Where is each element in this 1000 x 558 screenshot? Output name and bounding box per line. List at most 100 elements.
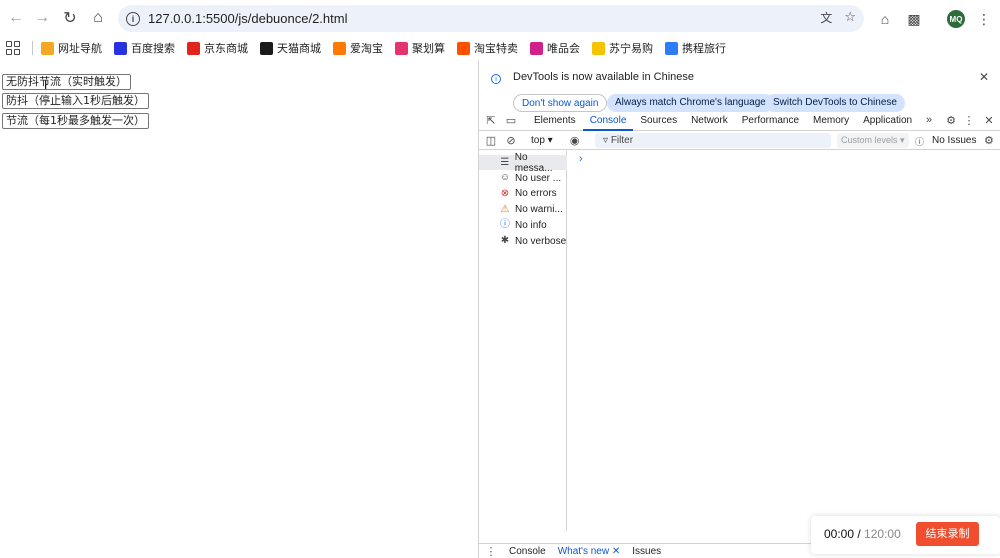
bookmark-label: 网址导航 — [58, 43, 102, 55]
tab-memory[interactable]: Memory — [806, 110, 856, 131]
sidebar-filter-item[interactable]: ✱ No verbose — [479, 234, 567, 249]
bookmark-item[interactable]: 苏宁易购 — [592, 40, 653, 56]
bookmark-item[interactable]: 京东商城 — [187, 40, 248, 56]
bookmark-item[interactable]: 百度搜索 — [114, 40, 175, 56]
sidebar-item-label: No verbose — [515, 235, 567, 247]
drawer-menu-icon[interactable]: ⋮ — [481, 545, 501, 558]
close-tab-icon[interactable]: ✕ — [612, 546, 620, 557]
bookmark-label: 百度搜索 — [131, 43, 175, 55]
tab-list: Elements Console Sources Network Performance… — [527, 110, 919, 131]
drawer-tab-whats-new[interactable]: What's new ✕ — [558, 546, 621, 557]
live-expression-eye-icon[interactable]: ◉ — [565, 134, 585, 147]
console-prompt-icon[interactable]: › — [579, 153, 583, 165]
sidebar-filter-item[interactable]: ⊗ No errors — [479, 186, 567, 201]
bookmark-label: 京东商城 — [204, 43, 248, 55]
devtools-tabs: ⇱ ▭ Elements Console Sources Network Perform… — [479, 110, 1000, 131]
reload-icon[interactable]: ↻ — [56, 4, 84, 32]
apps-icon[interactable] — [6, 41, 20, 55]
devtools-panel: i DevTools is now available in Chinese ✕… — [478, 60, 1000, 558]
site-info-icon[interactable]: i — [126, 11, 140, 26]
bookmark-item[interactable]: 爱淘宝 — [333, 40, 383, 56]
info-icon: i — [491, 74, 501, 84]
warning-icon: ⚠ — [500, 203, 510, 215]
console-settings-icon[interactable]: ⚙ — [984, 134, 994, 147]
stop-recording-button[interactable]: 结束录制 — [916, 522, 979, 546]
close-icon[interactable]: ✕ — [979, 70, 989, 84]
menu-icon[interactable]: ⋮ — [970, 5, 998, 33]
sidebar-toggle-icon[interactable]: ◫ — [481, 134, 501, 147]
bookmark-item[interactable]: 携程旅行 — [665, 40, 726, 56]
no-debounce-button[interactable]: 无防抖节流（实时触发） — [2, 74, 131, 90]
sidebar-item-label: No user ... — [515, 172, 562, 184]
tab-sources[interactable]: Sources — [633, 110, 684, 131]
bookmark-item[interactable]: 淘宝特卖 — [457, 40, 518, 56]
tab-application[interactable]: Application — [856, 110, 919, 131]
sidebar-filter-item[interactable]: ☺ No user ... — [479, 171, 567, 186]
tmall-icon — [260, 41, 273, 55]
bookmark-item[interactable]: 唯品会 — [530, 40, 580, 56]
star-icon — [41, 41, 54, 55]
bookmarks-bar: 网址导航 百度搜索 京东商城 天猫商城 爱淘宝 聚划算 淘宝特卖 唯品会 苏宁易购 携程旅行 — [0, 37, 1000, 59]
bookmark-label: 携程旅行 — [682, 43, 726, 55]
sidebar-filter-item[interactable]: ⓘ No info — [479, 218, 567, 233]
device-toggle-icon[interactable]: ▭ — [501, 114, 521, 127]
bookmark-item[interactable]: 网址导航 — [41, 40, 102, 56]
back-icon[interactable]: ← — [2, 4, 30, 32]
issues-count[interactable]: No Issues — [932, 135, 976, 146]
home-icon[interactable]: ⌂ — [84, 4, 112, 32]
console-toolbar: ◫ ⊘ top ▾ ◉ ▿ Filter Custom levels ▾ ⓘ N… — [479, 132, 1000, 150]
devtools-menu-icon[interactable]: ⋮ — [959, 114, 979, 127]
tab-elements[interactable]: Elements — [527, 110, 583, 131]
url-text: 127.0.0.1:5500/js/debuonce/2.html — [148, 11, 348, 26]
sidebar-filter-item[interactable]: ☰ No messa... — [479, 152, 567, 174]
extensions-icon[interactable]: ▩ — [900, 5, 928, 33]
info-icon: ⓘ — [500, 219, 510, 231]
inspect-icon[interactable]: ⇱ — [481, 114, 501, 127]
bookmark-label: 唯品会 — [547, 43, 580, 55]
tab-performance[interactable]: Performance — [735, 110, 806, 131]
jd-icon — [187, 41, 200, 55]
log-levels-dropdown[interactable]: Custom levels ▾ — [837, 133, 909, 148]
text-cursor-icon: I — [44, 78, 48, 92]
sidebar-filter-item[interactable]: ⚠ No warni... — [479, 202, 567, 217]
paw-icon — [114, 41, 127, 55]
bookmark-label: 苏宁易购 — [609, 43, 653, 55]
filter-input[interactable]: ▿ Filter — [595, 133, 831, 148]
forward-icon[interactable]: → — [28, 4, 56, 32]
bookmark-star-icon[interactable]: ☆ — [844, 9, 856, 26]
address-bar[interactable]: i 127.0.0.1:5500/js/debuonce/2.html 文 ☆ — [118, 5, 864, 32]
user-icon: ☺ — [499, 172, 511, 184]
bookmark-item[interactable]: 聚划算 — [395, 40, 445, 56]
tab-network[interactable]: Network — [684, 110, 735, 131]
page-content: 无防抖节流（实时触发） 防抖（停止输入1秒后触发） 节流（每1秒最多触发一次） … — [0, 60, 478, 558]
close-devtools-icon[interactable]: ✕ — [979, 114, 999, 127]
sidebar-item-label: No errors — [515, 188, 557, 200]
debounce-button[interactable]: 防抖（停止输入1秒后触发） — [2, 93, 149, 109]
browser-toolbar: ← → ↻ ⌂ i 127.0.0.1:5500/js/debuonce/2.h… — [0, 0, 1000, 37]
recording-timer: 00:00 / 120:00 — [824, 527, 901, 541]
clear-console-icon[interactable]: ⊘ — [501, 134, 521, 147]
context-selector[interactable]: top ▾ — [531, 135, 553, 146]
settings-gear-icon[interactable]: ⚙ — [941, 114, 961, 127]
bookmark-item[interactable]: 天猫商城 — [260, 40, 321, 56]
profile-avatar[interactable]: MQ — [942, 5, 970, 33]
more-tabs-icon[interactable]: » — [919, 114, 939, 126]
suning-icon — [592, 41, 605, 55]
bookmark-label: 天猫商城 — [277, 43, 321, 55]
juhuasuan-icon — [395, 41, 408, 55]
tab-console[interactable]: Console — [582, 110, 634, 131]
throttle-button[interactable]: 节流（每1秒最多触发一次） — [2, 113, 149, 129]
translate-icon[interactable]: 文 — [820, 9, 832, 26]
taobao-sale-icon — [457, 41, 470, 55]
infobar-message: DevTools is now available in Chinese — [513, 71, 694, 83]
drawer-tab-console[interactable]: Console — [509, 546, 546, 557]
ctrip-icon — [665, 41, 678, 55]
bookmark-list: 网址导航 百度搜索 京东商城 天猫商城 爱淘宝 聚划算 淘宝特卖 唯品会 苏宁易购 携程旅行 — [41, 40, 738, 56]
bookmarks-divider — [32, 41, 33, 55]
bookmark-label: 爱淘宝 — [350, 43, 383, 55]
screen-recorder-widget: 00:00 / 120:00 结束录制 — [811, 516, 1000, 554]
home-button-icon[interactable]: ⌂ — [871, 5, 899, 33]
language-infobar: i DevTools is now available in Chinese ✕… — [479, 66, 1000, 114]
drawer-tab-issues[interactable]: Issues — [632, 546, 661, 557]
sidebar-item-label: No info — [515, 219, 547, 231]
